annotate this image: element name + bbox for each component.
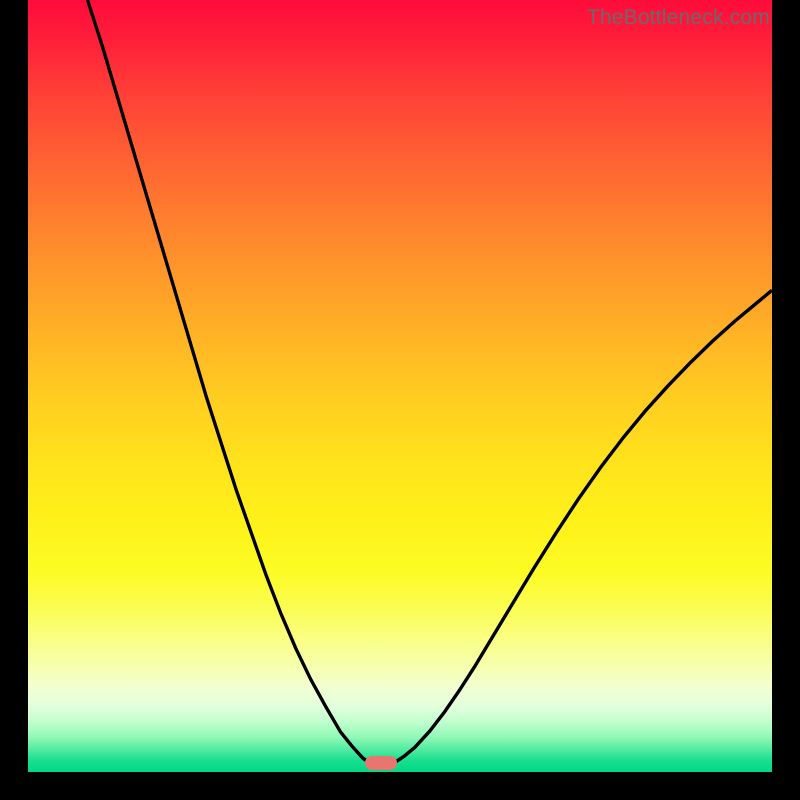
plot-area bbox=[28, 0, 772, 772]
curve-path bbox=[88, 0, 772, 765]
watermark-text: TheBottleneck.com bbox=[587, 6, 770, 30]
optimum-marker bbox=[365, 756, 397, 770]
chart-stage: TheBottleneck.com bbox=[0, 0, 800, 800]
bottleneck-curve bbox=[28, 0, 772, 772]
